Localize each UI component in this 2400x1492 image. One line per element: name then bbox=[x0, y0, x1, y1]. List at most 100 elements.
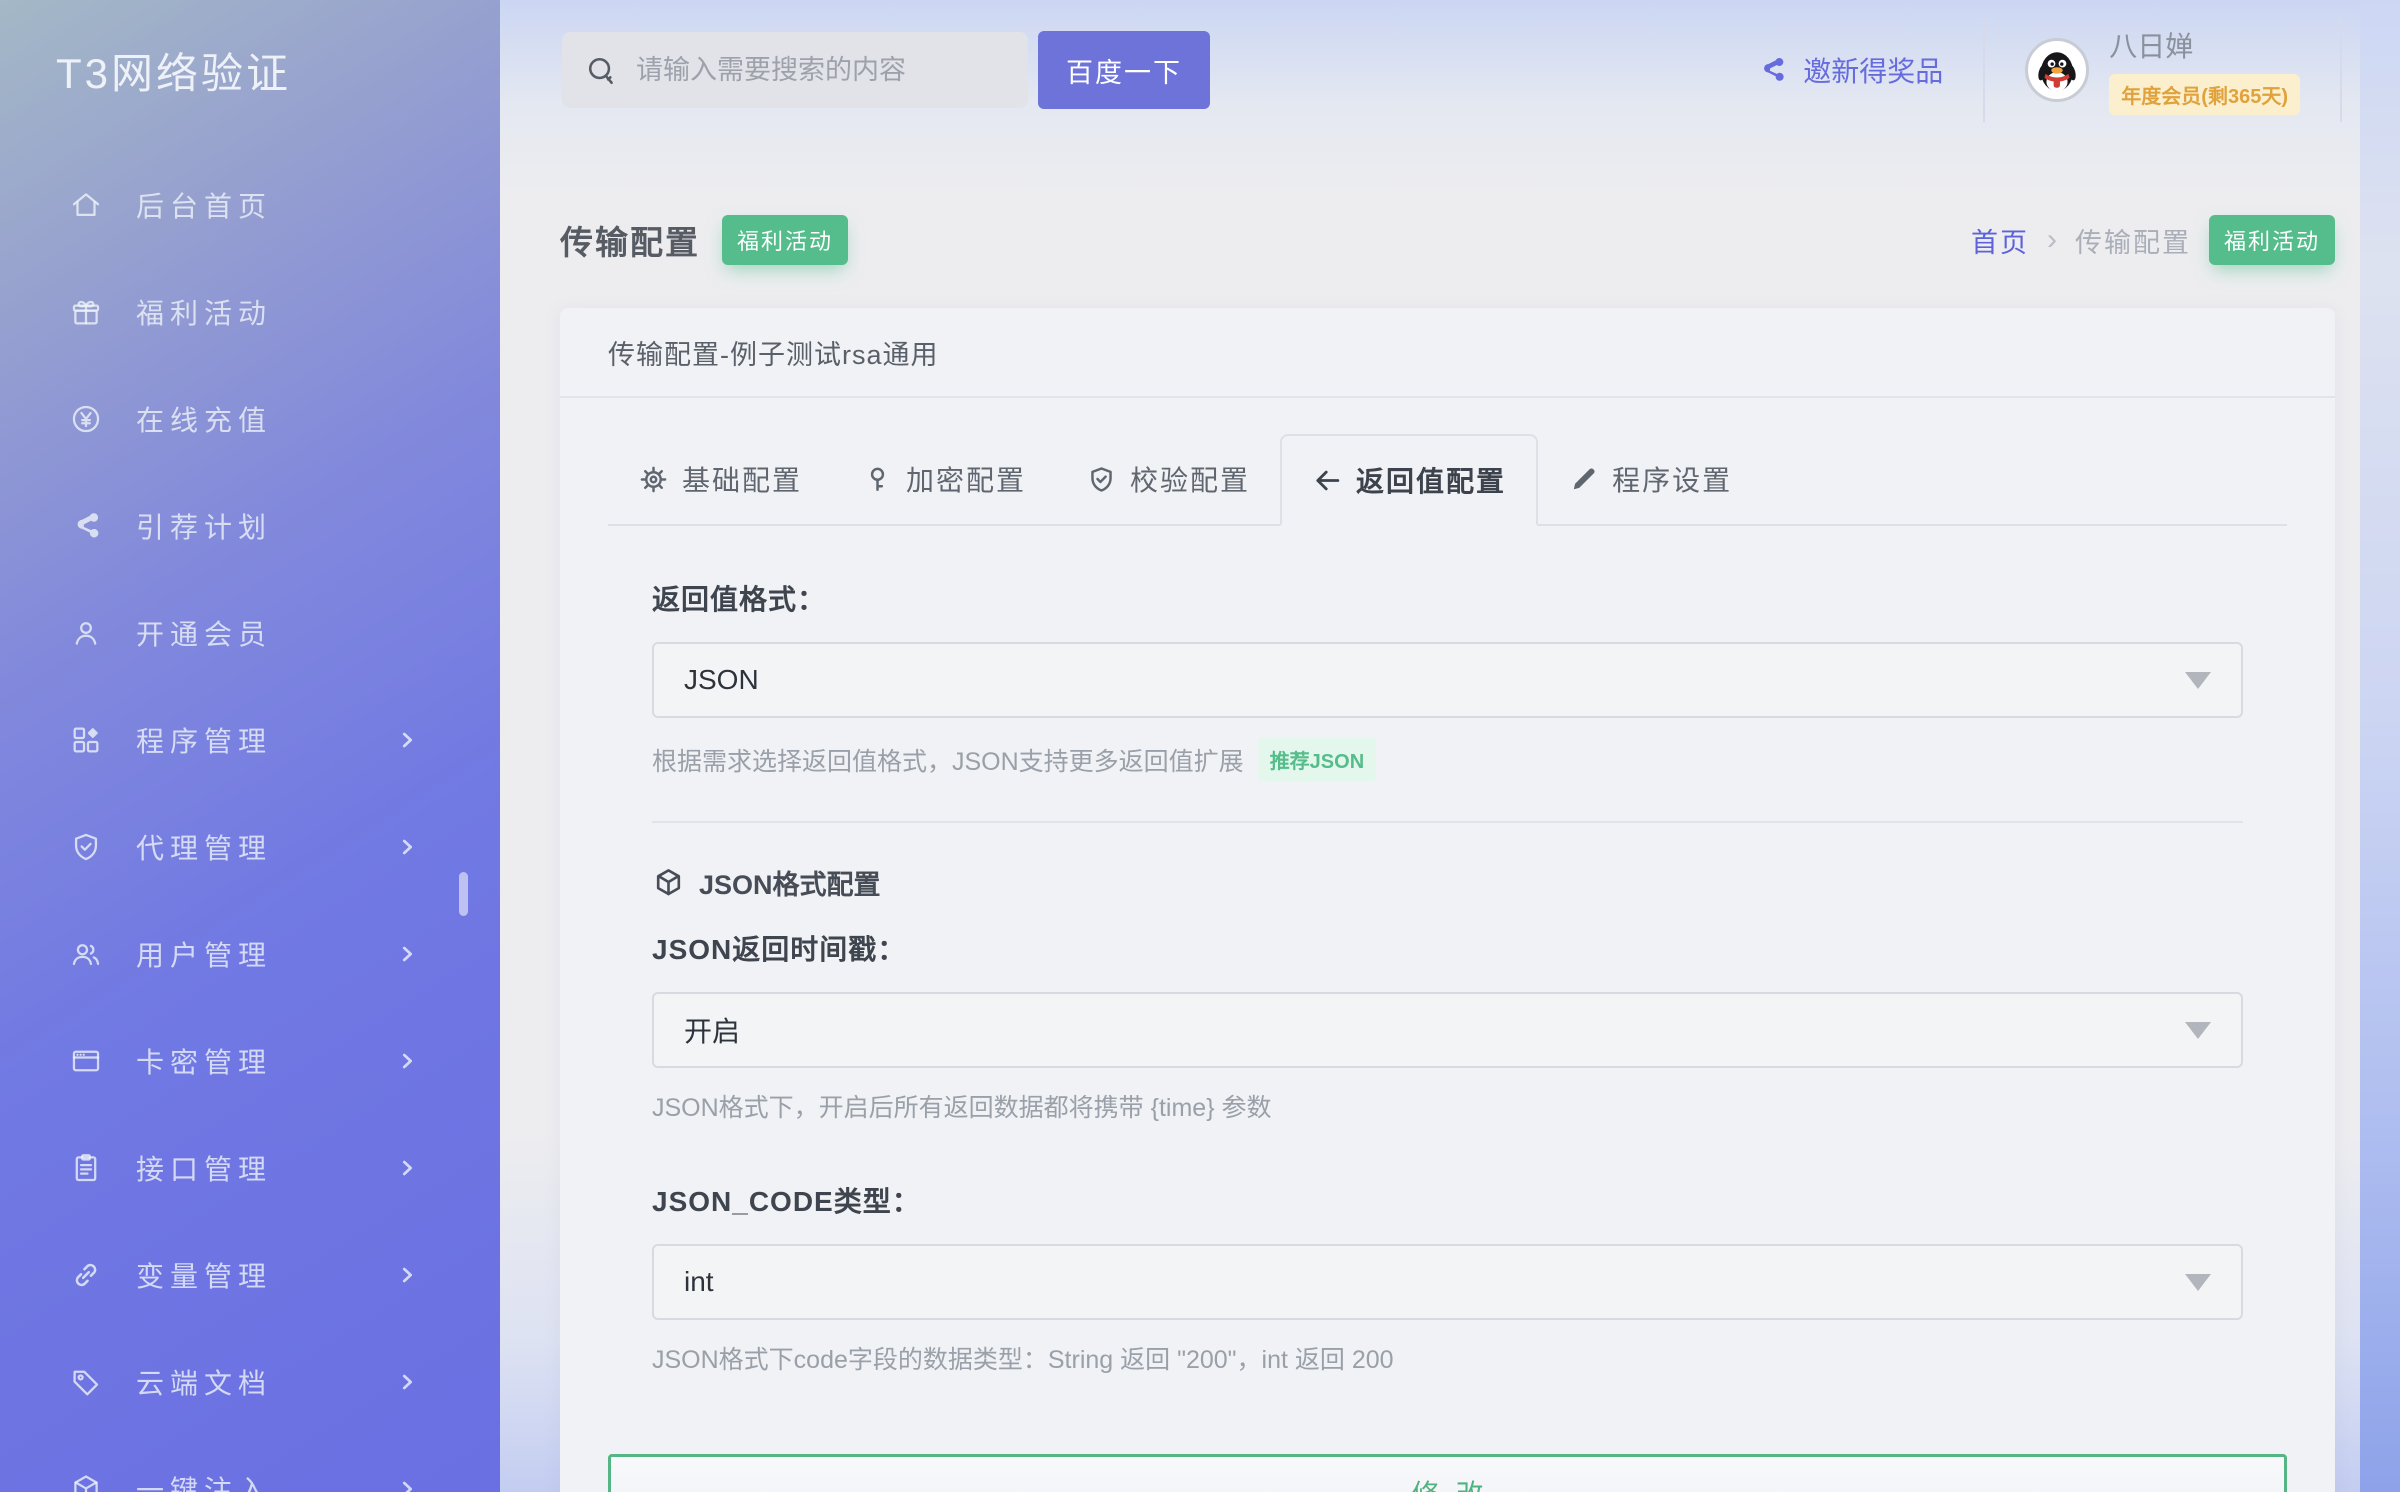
card-body: 基础配置 加密配置 校验配置 返回值配置 bbox=[560, 398, 2335, 1492]
tab-encrypt-config[interactable]: 加密配置 bbox=[832, 434, 1056, 524]
recommend-json-badge: 推荐JSON bbox=[1258, 738, 1376, 781]
caret-down-icon bbox=[2185, 672, 2211, 689]
field-json-timestamp: JSON返回时间戳： 开启 JSON格式下，开启后所有返回数据都将携带 {tim… bbox=[652, 928, 2243, 1124]
field-label: JSON返回时间戳： bbox=[652, 928, 2243, 968]
invite-label: 邀新得奖品 bbox=[1803, 50, 1943, 90]
invite-link[interactable]: 邀新得奖品 bbox=[1756, 50, 1943, 90]
chevron-right-icon bbox=[396, 1264, 418, 1286]
breadcrumb-home[interactable]: 首页 bbox=[1971, 221, 2029, 260]
search-box bbox=[562, 32, 1028, 108]
search-group: 百度一下 bbox=[562, 31, 1210, 109]
json-timestamp-select[interactable]: 开启 bbox=[652, 992, 2243, 1068]
breadcrumb: 首页 › 传输配置 福利活动 bbox=[1971, 215, 2335, 265]
yen-circle-icon bbox=[68, 401, 104, 437]
sidebar-item-variables[interactable]: 变量管理 bbox=[0, 1221, 500, 1328]
sidebar-item-welfare[interactable]: 福利活动 bbox=[0, 258, 500, 365]
arrow-left-icon bbox=[1312, 465, 1343, 496]
tab-content: 返回值格式： JSON 根据需求选择返回值格式，JSON支持更多返回值扩展 推荐… bbox=[608, 526, 2287, 1492]
field-help: 根据需求选择返回值格式，JSON支持更多返回值扩展 推荐JSON bbox=[652, 738, 2243, 781]
sidebar-item-recharge[interactable]: 在线充值 bbox=[0, 365, 500, 472]
field-help: JSON格式下code字段的数据类型：String 返回 "200"，int 返… bbox=[652, 1340, 2243, 1376]
field-label: JSON_CODE类型： bbox=[652, 1180, 2243, 1220]
membership-badge: 年度会员(剩365天) bbox=[2109, 74, 2300, 115]
home-icon bbox=[68, 187, 104, 223]
user-meta: 八日婵 年度会员(剩365天) bbox=[2109, 25, 2300, 115]
json-section-heading: JSON格式配置 bbox=[652, 863, 2243, 902]
users-icon bbox=[68, 936, 104, 972]
field-label: 返回值格式： bbox=[652, 578, 2243, 618]
gift-icon bbox=[68, 294, 104, 330]
sidebar: T3网络验证 后台首页 福利活动 在线充值 bbox=[0, 0, 500, 1492]
main-area: 百度一下 邀新得奖品 bbox=[500, 0, 2400, 1492]
key-icon bbox=[862, 464, 893, 495]
tab-return-config[interactable]: 返回值配置 bbox=[1280, 434, 1538, 526]
package-icon bbox=[652, 866, 685, 899]
tab-verify-config[interactable]: 校验配置 bbox=[1056, 434, 1280, 524]
search-input[interactable] bbox=[636, 55, 1006, 86]
page-title-badge: 福利活动 bbox=[722, 215, 848, 265]
chevron-right-icon bbox=[396, 1050, 418, 1072]
search-button[interactable]: 百度一下 bbox=[1038, 31, 1210, 109]
tab-program-settings[interactable]: 程序设置 bbox=[1538, 434, 1762, 524]
penguin-avatar-icon bbox=[2030, 43, 2084, 97]
select-value: 开启 bbox=[684, 1010, 740, 1050]
breadcrumb-badge: 福利活动 bbox=[2209, 215, 2335, 265]
cube-icon bbox=[68, 1471, 104, 1492]
sidebar-scrollbar-thumb[interactable] bbox=[459, 872, 468, 916]
card-icon bbox=[68, 1043, 104, 1079]
sidebar-item-agents[interactable]: 代理管理 bbox=[0, 793, 500, 900]
select-value: JSON bbox=[684, 664, 759, 696]
app-root: T3网络验证 后台首页 福利活动 在线充值 bbox=[0, 0, 2400, 1492]
page-title: 传输配置 bbox=[560, 216, 700, 264]
user-menu[interactable]: 八日婵 年度会员(剩365天) bbox=[2025, 25, 2300, 115]
chevron-right-icon bbox=[396, 943, 418, 965]
caret-down-icon bbox=[2185, 1022, 2211, 1039]
field-json-code-type: JSON_CODE类型： int JSON格式下code字段的数据类型：Stri… bbox=[652, 1180, 2243, 1376]
divider bbox=[1983, 18, 1985, 122]
field-return-format: 返回值格式： JSON 根据需求选择返回值格式，JSON支持更多返回值扩展 推荐… bbox=[652, 578, 2243, 781]
shield-check-icon bbox=[1086, 464, 1117, 495]
modify-button[interactable]: 修改 bbox=[608, 1454, 2287, 1492]
chevron-right-icon bbox=[396, 729, 418, 751]
content: 传输配置 福利活动 首页 › 传输配置 福利活动 传输配置-例子测试rsa通用 bbox=[500, 140, 2400, 1492]
shield-check-icon bbox=[68, 829, 104, 865]
sidebar-item-cardkeys[interactable]: 卡密管理 bbox=[0, 1007, 500, 1114]
sidebar-item-users[interactable]: 用户管理 bbox=[0, 900, 500, 1007]
field-help: JSON格式下，开启后所有返回数据都将携带 {time} 参数 bbox=[652, 1088, 2243, 1124]
sidebar-item-api[interactable]: 接口管理 bbox=[0, 1114, 500, 1221]
share-icon bbox=[68, 508, 104, 544]
breadcrumb-separator: › bbox=[2047, 225, 2057, 255]
page-scrollbar-strip[interactable] bbox=[2360, 0, 2400, 1492]
json-code-type-select[interactable]: int bbox=[652, 1244, 2243, 1320]
select-value: int bbox=[684, 1266, 714, 1298]
sidebar-item-programs[interactable]: 程序管理 bbox=[0, 686, 500, 793]
tab-basic-config[interactable]: 基础配置 bbox=[608, 434, 832, 524]
avatar bbox=[2025, 38, 2089, 102]
topbar-right: 邀新得奖品 bbox=[1756, 18, 2342, 122]
chevron-right-icon bbox=[396, 1157, 418, 1179]
sidebar-menu: 后台首页 福利活动 在线充值 引荐计划 bbox=[0, 151, 500, 1492]
card-title: 传输配置-例子测试rsa通用 bbox=[560, 308, 2335, 398]
apps-icon bbox=[68, 722, 104, 758]
sidebar-item-docs[interactable]: 云端文档 bbox=[0, 1328, 500, 1435]
sidebar-item-dashboard[interactable]: 后台首页 bbox=[0, 151, 500, 258]
divider bbox=[2340, 18, 2342, 122]
tag-icon bbox=[68, 1364, 104, 1400]
return-format-select[interactable]: JSON bbox=[652, 642, 2243, 718]
sidebar-item-referral[interactable]: 引荐计划 bbox=[0, 472, 500, 579]
share-icon bbox=[1756, 54, 1788, 86]
pencil-icon bbox=[1568, 464, 1599, 495]
caret-down-icon bbox=[2185, 1274, 2211, 1291]
sidebar-item-membership[interactable]: 开通会员 bbox=[0, 579, 500, 686]
sidebar-item-inject[interactable]: 一键注入 bbox=[0, 1435, 500, 1492]
chevron-right-icon bbox=[396, 1371, 418, 1393]
link-icon bbox=[68, 1257, 104, 1293]
config-card: 传输配置-例子测试rsa通用 基础配置 加密配置 校验 bbox=[560, 308, 2335, 1492]
json-section-title: JSON格式配置 bbox=[699, 863, 881, 902]
gear-icon bbox=[638, 464, 669, 495]
page-head: 传输配置 福利活动 首页 › 传输配置 福利活动 bbox=[560, 215, 2335, 265]
divider bbox=[652, 821, 2243, 823]
user-icon bbox=[68, 615, 104, 651]
breadcrumb-current: 传输配置 bbox=[2075, 221, 2191, 260]
clipboard-icon bbox=[68, 1150, 104, 1186]
